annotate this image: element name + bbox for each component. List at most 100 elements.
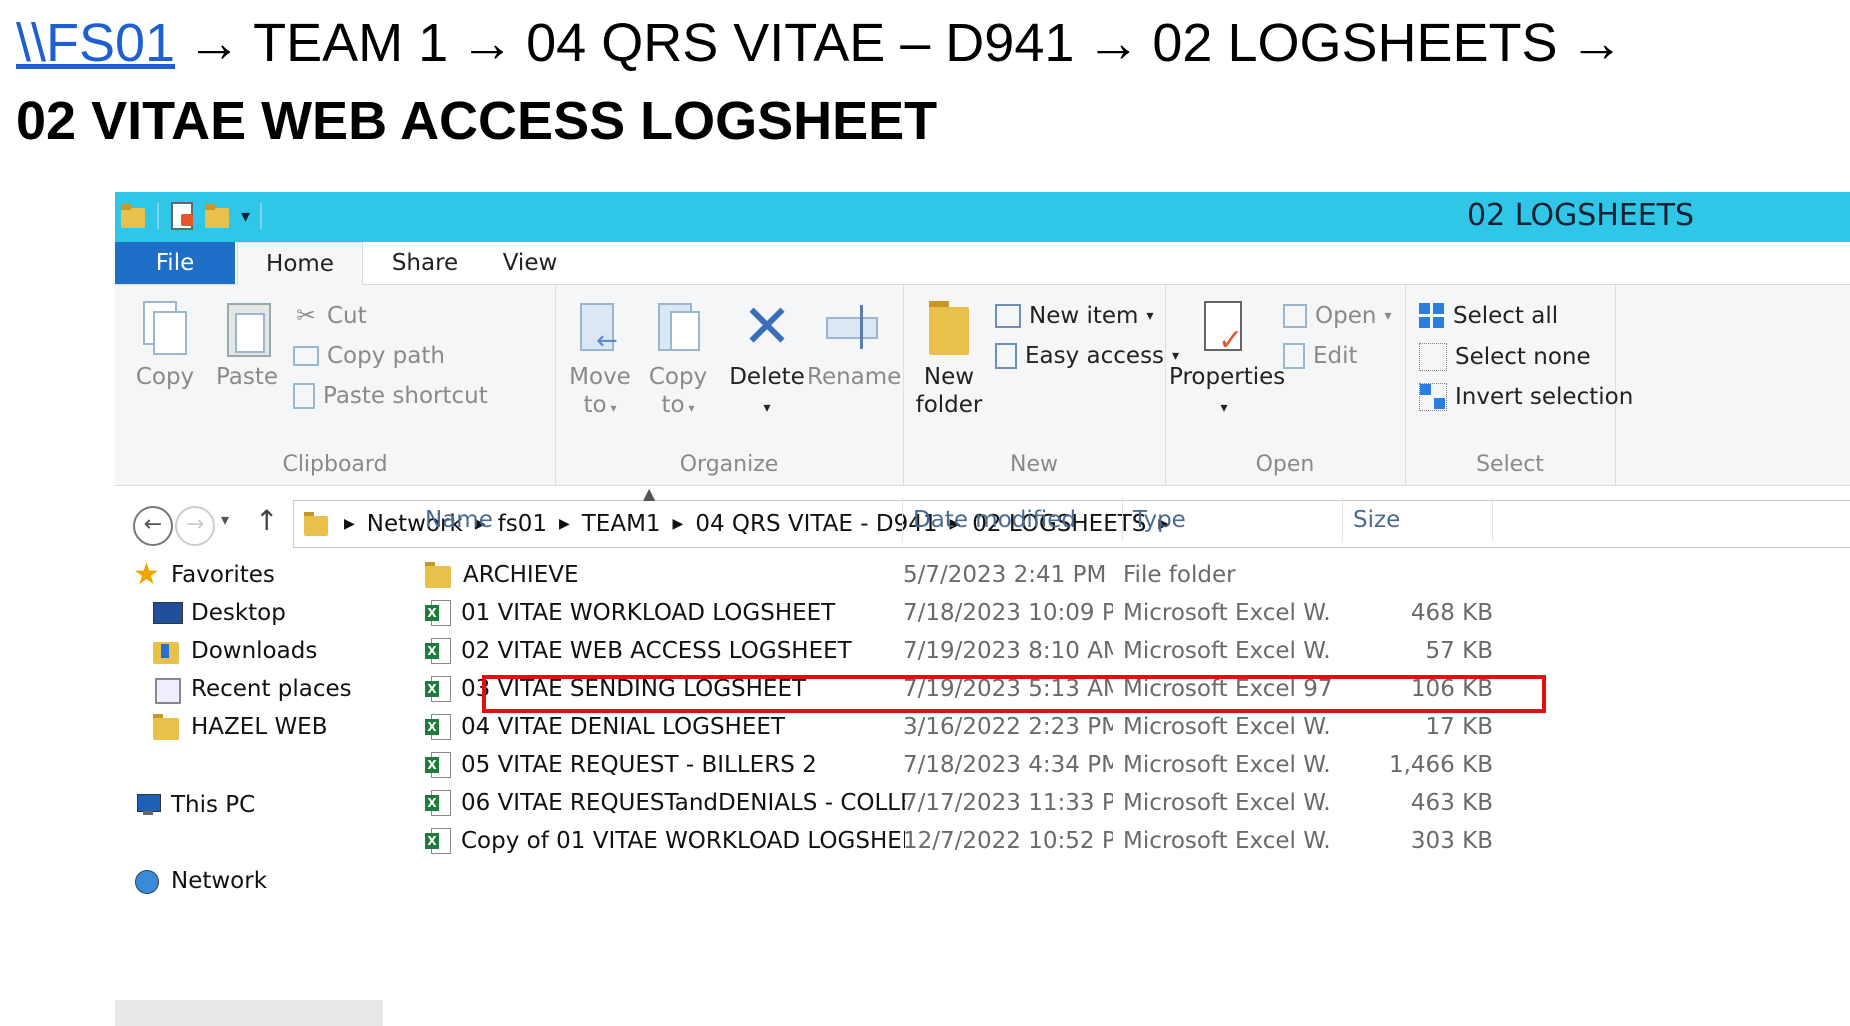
file-row[interactable]: X Copy of 01 VITAE WORKLOAD LOGSHEET 12/7… [395, 822, 1575, 860]
paste-shortcut-icon [293, 383, 315, 409]
tab-file[interactable]: File [115, 242, 235, 284]
folder-icon [153, 714, 181, 740]
scissors-icon: ✂ [296, 303, 316, 329]
paste-button[interactable]: Paste [207, 297, 287, 391]
nav-recent-places[interactable]: Recent places [153, 676, 352, 704]
file-date: 3/16/2022 2:23 PM [903, 714, 1113, 740]
new-folder-button[interactable]: New folder [909, 297, 989, 419]
group-label-organize: Organize [679, 452, 779, 477]
file-size: 463 KB [1410, 790, 1493, 816]
file-name: Copy of 01 VITAE WORKLOAD LOGSHEET [461, 828, 905, 854]
folder-icon[interactable] [121, 202, 147, 230]
file-name: ARCHIEVE [463, 562, 579, 588]
nav-this-pc[interactable]: This PC [133, 792, 255, 818]
column-header-type[interactable]: Type [1123, 498, 1343, 542]
nav-desktop[interactable]: Desktop [153, 600, 286, 626]
select-none-icon [1419, 343, 1447, 371]
up-arrow-icon[interactable]: ↑ [255, 504, 278, 537]
file-row[interactable]: X 01 VITAE WORKLOAD LOGSHEET 7/18/2023 10… [395, 594, 1575, 632]
copy-to-button[interactable]: Copy to ▾ [641, 297, 715, 422]
nav-favorites[interactable]: ★ Favorites [133, 560, 275, 590]
back-arrow-icon[interactable]: ← [133, 506, 173, 546]
group-select: Select all Select none Invert selection … [1405, 285, 1633, 485]
delete-button[interactable]: ✕ Delete ▾ [727, 297, 807, 422]
title-bar: ▾ 02 LOGSHEETS [115, 192, 1850, 242]
file-type: Microsoft Excel W... [1123, 638, 1333, 664]
column-header-name[interactable]: Name [395, 498, 903, 542]
ribbon: Copy Paste ✂ Cut Copy path Paste shortcut… [115, 285, 1850, 486]
copy-button[interactable]: Copy [125, 297, 205, 391]
file-row[interactable]: X 04 VITAE DENIAL LOGSHEET 3/16/2022 2:23… [395, 708, 1575, 746]
properties-qat-icon[interactable] [169, 202, 195, 230]
select-all-button[interactable]: Select all [1419, 303, 1558, 329]
group-label-open: Open [1255, 452, 1315, 477]
invert-selection-button[interactable]: Invert selection [1419, 383, 1633, 411]
file-size: 303 KB [1410, 828, 1493, 854]
file-date: 7/18/2023 4:34 PM [903, 752, 1113, 778]
recent-places-icon [153, 676, 181, 704]
fs01-link[interactable]: \\FS01 [16, 13, 175, 73]
path-logsheets: 02 LOGSHEETS [1152, 13, 1558, 73]
paste-icon [219, 297, 275, 357]
tab-view[interactable]: View [485, 242, 575, 284]
nav-hazel-web[interactable]: HAZEL WEB [153, 714, 328, 740]
file-size [1343, 556, 1493, 594]
file-list: ▲ Name Date modified Type Size ARCHIEVE … [395, 484, 1850, 1024]
file-row[interactable]: X 05 VITAE REQUEST - BILLERS 2 7/18/2023 … [395, 746, 1575, 784]
file-name: 06 VITAE REQUESTandDENIALS - COLLE... [461, 790, 905, 816]
properties-icon: ✓ [1196, 297, 1252, 357]
rename-button[interactable]: Rename [807, 297, 901, 391]
file-size: 17 KB [1425, 714, 1493, 740]
column-header-date[interactable]: Date modified [903, 498, 1123, 542]
forward-arrow-icon[interactable]: → [175, 506, 215, 546]
path-target: 02 VITAE WEB ACCESS LOGSHEET [16, 91, 938, 151]
excel-icon: X [425, 751, 451, 779]
select-all-icon [1419, 303, 1445, 329]
customize-toolbar-icon[interactable]: ▾ [241, 206, 250, 227]
edit-button[interactable]: Edit [1283, 343, 1358, 369]
nav-downloads[interactable]: Downloads [153, 638, 317, 664]
file-row[interactable]: X 03 VITAE SENDING LOGSHEET 7/19/2023 5:1… [395, 670, 1575, 708]
folder-icon [304, 511, 330, 537]
group-new: New folder New item ▾ Easy access ▾ New [903, 285, 1179, 485]
excel-icon: X [425, 599, 451, 627]
copy-path-icon [293, 346, 319, 366]
path-heading: \\FS01 → TEAM 1 → 04 QRS VITAE – D941 → 02 LOG… [16, 8, 1636, 78]
chevron-right-icon[interactable]: ▶ [344, 516, 355, 532]
column-header-size[interactable]: Size [1343, 498, 1493, 542]
file-date: 7/19/2023 8:10 AM [903, 638, 1113, 664]
file-type: File folder [1123, 562, 1236, 588]
folder-icon [425, 562, 453, 588]
arrow-icon: → [460, 13, 515, 73]
file-row[interactable]: X 02 VITAE WEB ACCESS LOGSHEET 7/19/2023 … [395, 632, 1575, 670]
paste-shortcut-button[interactable]: Paste shortcut [293, 383, 488, 409]
desktop-icon [153, 600, 183, 626]
new-item-button[interactable]: New item ▾ [995, 303, 1153, 329]
recent-locations-dropdown-icon[interactable]: ▾ [221, 510, 229, 529]
file-type: Microsoft Excel 97... [1123, 676, 1333, 702]
nav-network[interactable]: Network [133, 868, 267, 894]
file-row[interactable]: X 06 VITAE REQUESTandDENIALS - COLLE... 7… [395, 784, 1575, 822]
group-organize: ← Move to ▾ Copy to ▾ ✕ Delete ▾ Rename Org… [555, 285, 904, 485]
file-type: Microsoft Excel W... [1123, 752, 1333, 778]
explorer-window: ▾ 02 LOGSHEETS File Home Share View Copy… [115, 192, 1850, 1026]
tab-share[interactable]: Share [375, 242, 475, 284]
open-button[interactable]: Open ▾ [1283, 303, 1391, 329]
properties-button[interactable]: ✓ Properties ▾ [1169, 297, 1285, 422]
downloads-folder-icon [153, 638, 181, 664]
tab-home[interactable]: Home [237, 242, 363, 286]
path-team: TEAM 1 [253, 13, 449, 73]
edit-icon [1283, 343, 1305, 369]
file-row[interactable]: ARCHIEVE 5/7/2023 2:41 PM File folder [395, 556, 1575, 594]
copy-path-button[interactable]: Copy path [293, 343, 445, 369]
file-type: Microsoft Excel W... [1123, 828, 1333, 854]
arrow-icon: → [187, 13, 242, 73]
select-none-button[interactable]: Select none [1419, 343, 1591, 371]
easy-access-button[interactable]: Easy access ▾ [995, 343, 1179, 369]
move-to-button[interactable]: ← Move to ▾ [563, 297, 637, 422]
file-name: 05 VITAE REQUEST - BILLERS 2 [461, 752, 817, 778]
path-qrs-vitae: 04 QRS VITAE – D941 [526, 13, 1075, 73]
cut-button[interactable]: ✂ Cut [293, 303, 366, 329]
new-folder-qat-icon[interactable] [205, 202, 231, 230]
navigation-pane: ★ Favorites Desktop Downloads Recent plac… [115, 560, 385, 1026]
